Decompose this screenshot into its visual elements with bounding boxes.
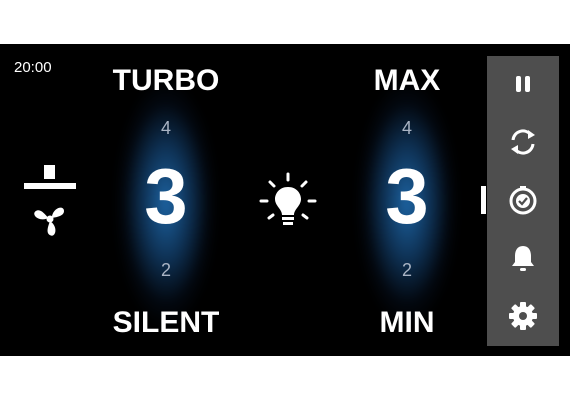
control-screen: 20:00 TURBO 4 3 2 SILENT MAX 4 3 2 MIN [0,44,570,356]
bell-icon [512,246,534,271]
refresh-button[interactable] [487,114,559,170]
light-previous-level[interactable]: 2 [332,260,482,281]
fan-max-label: TURBO [112,64,220,97]
hood-fan-icon[interactable] [20,163,80,243]
notifications-button[interactable] [487,230,559,286]
timer-check-icon [509,186,537,215]
fan-next-level[interactable]: 4 [91,118,241,139]
partial-indicator [481,186,486,214]
light-current-level: 3 [385,152,429,240]
pause-button[interactable] [487,56,559,112]
clock-time: 20:00 [14,59,52,76]
refresh-icon [511,129,535,155]
light-max-label: MAX [373,64,441,97]
timer-button[interactable] [487,172,559,228]
light-next-level[interactable]: 4 [332,118,482,139]
settings-button[interactable] [487,288,559,344]
light-min-label: MIN [379,306,435,339]
fan-previous-level[interactable]: 2 [91,260,241,281]
fan-min-label: SILENT [112,306,220,339]
gear-icon [509,302,537,330]
fan-level-selector[interactable]: TURBO 4 3 2 SILENT [91,44,241,356]
light-level-selector[interactable]: MAX 4 3 2 MIN [332,44,482,356]
fan-current-level: 3 [144,152,188,240]
light-bulb-icon[interactable] [257,171,319,233]
pause-icon [516,76,530,92]
sidebar [487,56,559,346]
